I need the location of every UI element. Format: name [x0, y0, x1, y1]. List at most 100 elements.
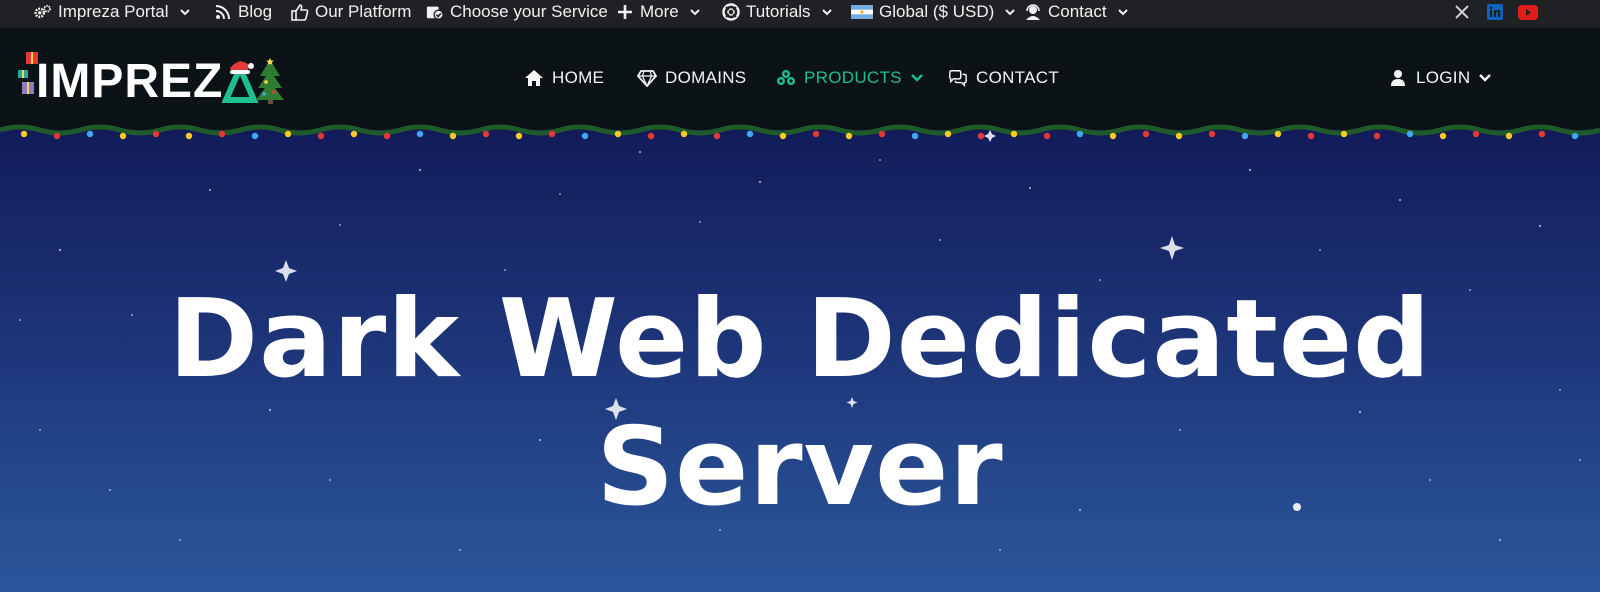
gears-icon: [34, 3, 52, 21]
christmas-garland-decoration: [0, 124, 1600, 140]
garland-bulb: [416, 130, 424, 138]
garland-bulb: [944, 130, 952, 138]
hero-title-line2: Server: [596, 405, 1004, 530]
nav-login[interactable]: LOGIN: [1388, 66, 1492, 90]
garland-bulb: [1373, 132, 1381, 140]
garland-bulb: [1109, 132, 1117, 140]
headset-icon: [1024, 3, 1042, 21]
garland-bulb: [515, 132, 523, 140]
topbar-label: Impreza Portal: [58, 2, 169, 21]
garland-bulb: [1043, 132, 1051, 140]
garland-bulb: [383, 132, 391, 140]
x-icon[interactable]: [1453, 3, 1471, 21]
garland-bulb: [1241, 132, 1249, 140]
hero-title: Dark Web Dedicated Server: [0, 276, 1600, 532]
chevron-down-icon: [1479, 74, 1492, 82]
garland-bulb: [1472, 130, 1480, 138]
cubes-icon: [776, 68, 796, 88]
topbar-label: Contact: [1048, 2, 1107, 21]
home-icon: [524, 68, 544, 88]
topbar-contact[interactable]: Contact: [1024, 0, 1129, 24]
topbar-label: More: [640, 2, 679, 21]
nav-contact[interactable]: CONTACT: [948, 66, 1059, 90]
garland-bulb: [1340, 130, 1348, 138]
linkedin-icon[interactable]: [1486, 3, 1504, 21]
garland-bulb: [53, 132, 61, 140]
garland-bulb: [680, 130, 688, 138]
nav-domains[interactable]: DOMAINS: [637, 66, 746, 90]
topbar-label: Tutorials: [746, 2, 811, 21]
topbar-more[interactable]: More: [616, 0, 701, 24]
chevron-down-icon: [910, 74, 923, 82]
garland-bulb: [317, 132, 325, 140]
hero-section: Dark Web Dedicated Server: [0, 130, 1600, 592]
garland-bulb: [1406, 130, 1414, 138]
site-logo[interactable]: IMPREZ: [16, 52, 286, 108]
garland-bulb: [449, 132, 457, 140]
chevron-down-icon: [1005, 9, 1015, 16]
youtube-icon[interactable]: [1518, 3, 1538, 21]
garland-bulb: [1538, 130, 1546, 138]
garland-bulb: [185, 132, 193, 140]
christmas-tree-icon: [222, 58, 284, 104]
garland-bulb: [878, 130, 886, 138]
garland-bulb: [482, 130, 490, 138]
nav-label: HOME: [552, 68, 605, 87]
garland-bulb: [1571, 132, 1579, 140]
topbar-impreza-portal[interactable]: Impreza Portal: [34, 0, 191, 24]
garland-bulb: [86, 130, 94, 138]
thumbs-up-icon: [291, 3, 309, 21]
garland-bulb: [1010, 130, 1018, 138]
garland-bulb: [1175, 132, 1183, 140]
garland-bulb: [812, 130, 820, 138]
topbar-our-platform[interactable]: Our Platform: [291, 0, 411, 24]
garland-bulb: [779, 132, 787, 140]
nav-products[interactable]: PRODUCTS: [776, 66, 924, 90]
nav-label: DOMAINS: [665, 68, 747, 87]
garland-bulb: [251, 132, 259, 140]
topbar-currency[interactable]: Global ($ USD): [851, 0, 1016, 24]
hero-title-line1: Dark Web Dedicated: [168, 277, 1432, 402]
nav-label: CONTACT: [976, 68, 1059, 87]
chevron-down-icon: [1117, 9, 1128, 16]
chevron-down-icon: [690, 9, 700, 16]
plus-icon: [616, 3, 634, 21]
rss-icon: [214, 3, 232, 21]
topbar-blog[interactable]: Blog: [214, 0, 272, 24]
garland-bulb: [911, 132, 919, 140]
garland-bulb: [1439, 132, 1447, 140]
comments-icon: [948, 68, 968, 88]
garland-bulb: [548, 130, 556, 138]
user-icon: [1388, 68, 1408, 88]
lifebuoy-icon: [722, 3, 740, 21]
nav-label: PRODUCTS: [804, 68, 902, 87]
topbar-tutorials[interactable]: Tutorials: [722, 0, 833, 24]
garland-bulb: [1274, 130, 1282, 138]
nav-home[interactable]: HOME: [524, 66, 604, 90]
garland-bulb: [614, 130, 622, 138]
garland-bulb: [284, 130, 292, 138]
garland-bulb: [1142, 130, 1150, 138]
top-utility-bar: Impreza Portal Blog Our Platform Choose …: [0, 0, 1600, 28]
topbar-label: Choose your Service: [450, 2, 608, 21]
box-check-icon: [426, 3, 444, 21]
garland-bulb: [581, 132, 589, 140]
garland-bulb: [647, 132, 655, 140]
flag-icon: [851, 3, 873, 21]
garland-bulb: [20, 130, 28, 138]
topbar-choose-service[interactable]: Choose your Service: [426, 0, 608, 24]
chevron-down-icon: [179, 9, 190, 16]
chevron-down-icon: [821, 9, 832, 16]
topbar-label: Our Platform: [315, 2, 412, 21]
garland-bulb: [1076, 130, 1084, 138]
garland-bulb: [218, 130, 226, 138]
nav-label: LOGIN: [1416, 68, 1471, 87]
diamond-icon: [637, 68, 657, 88]
topbar-label: Blog: [238, 2, 273, 21]
garland-bulb: [1307, 132, 1315, 140]
garland-bulb: [350, 130, 358, 138]
garland-bulb: [152, 130, 160, 138]
main-navigation: IMPREZ HOME DOMAINS PRODUCTS CONTACT LOG…: [0, 28, 1600, 130]
garland-bulb: [845, 132, 853, 140]
garland-bulb: [119, 132, 127, 140]
